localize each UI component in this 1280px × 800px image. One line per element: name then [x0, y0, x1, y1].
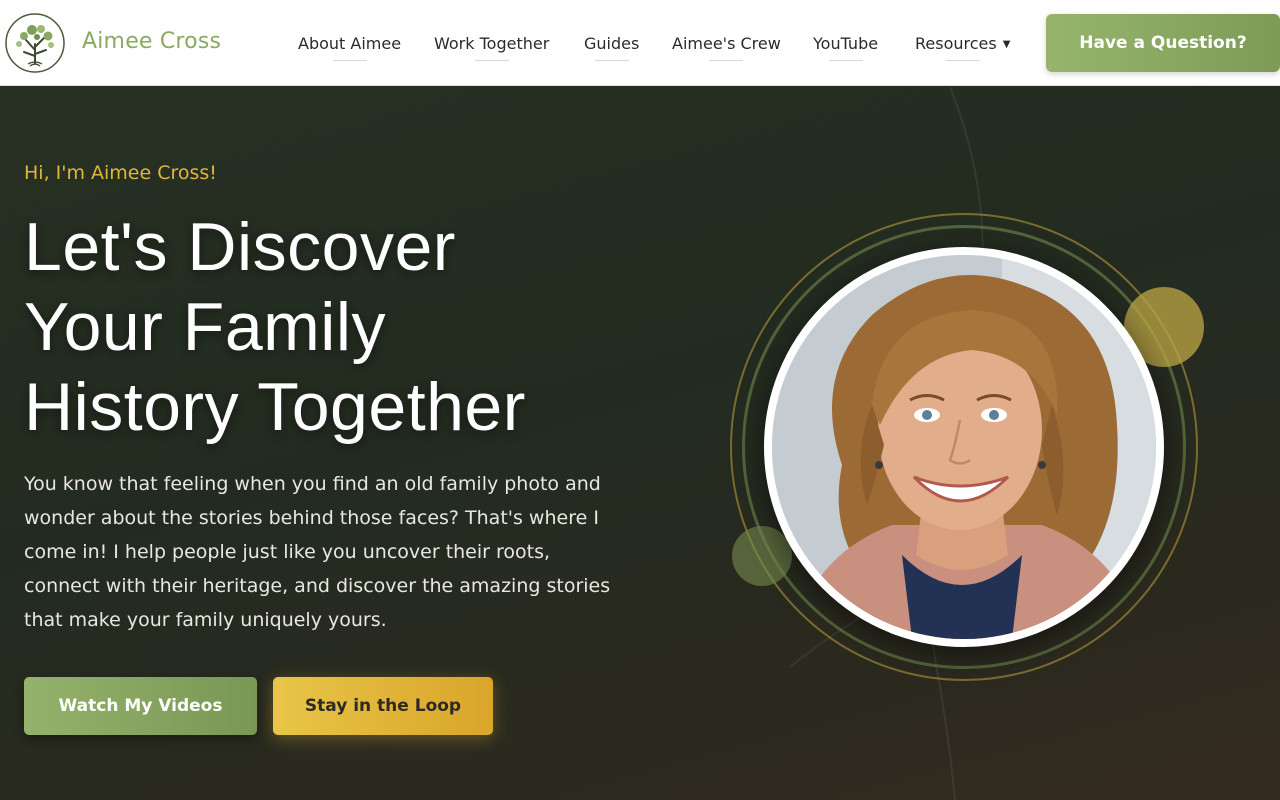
portrait-area	[720, 207, 1220, 687]
site-header: Aimee Cross About Aimee Work Together Gu…	[0, 0, 1280, 86]
hero-headline: Let's Discover Your Family History Toget…	[24, 207, 644, 447]
nav-underline	[594, 60, 629, 61]
nav-label: Guides	[584, 34, 640, 53]
nav-underline	[828, 60, 863, 61]
portrait-photo	[764, 247, 1164, 647]
nav-label: Aimee's Crew	[672, 34, 781, 53]
logo-link[interactable]: Aimee Cross	[4, 12, 221, 74]
decorative-circle	[732, 526, 792, 586]
hero-intro: You know that feeling when you find an o…	[24, 473, 611, 631]
nav-label: YouTube	[813, 34, 879, 53]
nav-guides[interactable]: Guides	[584, 34, 640, 61]
nav-underline	[474, 60, 509, 61]
nav-underline	[332, 60, 367, 61]
tree-logo-icon	[5, 13, 65, 73]
nav-underline	[709, 60, 744, 61]
nav-underline	[945, 60, 980, 61]
nav-label: Resources	[915, 34, 997, 53]
nav-work-together[interactable]: Work Together	[434, 34, 550, 61]
nav-label: About Aimee	[298, 34, 402, 53]
stay-in-the-loop-button[interactable]: Stay in the Loop	[273, 677, 493, 735]
hero-section: Hi, I'm Aimee Cross! Let's Discover Your…	[0, 87, 1280, 800]
caret-down-icon: ▼	[1002, 39, 1011, 50]
headline-line: Your Family	[24, 289, 387, 365]
nav-about-aimee[interactable]: About Aimee	[298, 34, 402, 61]
watch-my-videos-button[interactable]: Watch My Videos	[24, 677, 257, 735]
headline-line: History Together	[24, 369, 526, 445]
brand-name[interactable]: Aimee Cross	[82, 29, 221, 54]
nav-label: Work Together	[434, 34, 550, 53]
nav-resources[interactable]: Resources ▼	[915, 34, 1011, 61]
hero-eyebrow: Hi, I'm Aimee Cross!	[24, 162, 217, 184]
nav-aimees-crew[interactable]: Aimee's Crew	[672, 34, 781, 61]
nav-youtube[interactable]: YouTube	[813, 34, 879, 61]
portrait-illustration	[772, 255, 1156, 639]
have-a-question-button[interactable]: Have a Question?	[1046, 14, 1280, 72]
headline-line: Let's Discover	[24, 209, 456, 285]
